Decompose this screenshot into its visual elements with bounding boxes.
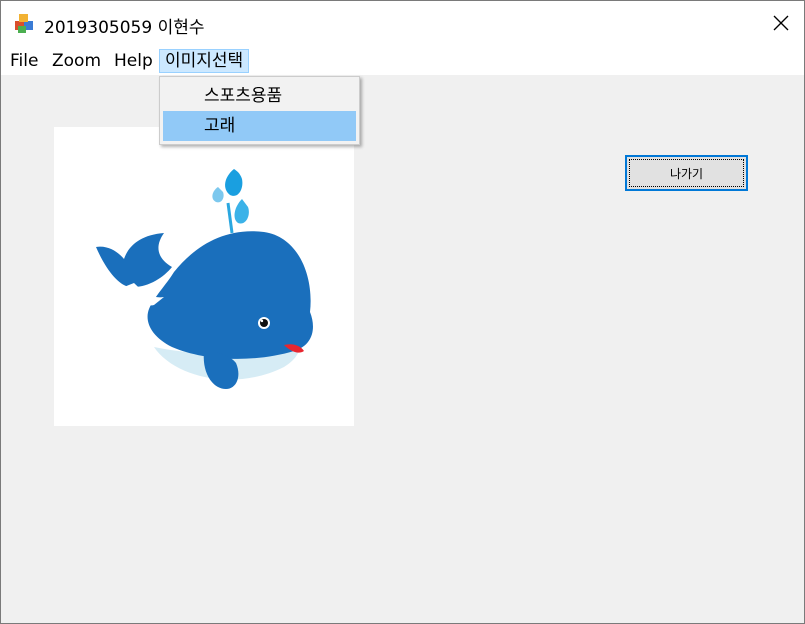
close-icon (773, 15, 789, 31)
exit-button[interactable]: 나가기 (625, 155, 748, 191)
menu-file[interactable]: File (5, 49, 43, 73)
window-title: 2019305059 이현수 (44, 18, 205, 38)
close-button[interactable] (758, 1, 804, 45)
app-window: 2019305059 이현수 File Zoom Help 이미지선택 나가기 … (0, 0, 805, 624)
dropdown-item-sports[interactable]: 스포츠용품 (163, 81, 356, 111)
menu-bar: File Zoom Help 이미지선택 (1, 45, 804, 75)
whale-illustration (96, 169, 313, 389)
whale-picture-box (54, 127, 354, 426)
menu-help[interactable]: Help (109, 49, 158, 73)
menu-image-select[interactable]: 이미지선택 (159, 49, 250, 73)
image-select-dropdown: 스포츠용품 고래 (159, 76, 360, 145)
form-app-icon (15, 14, 33, 33)
exit-button-label: 나가기 (669, 166, 704, 181)
dropdown-item-whale[interactable]: 고래 (163, 111, 356, 141)
menu-zoom[interactable]: Zoom (47, 49, 106, 73)
title-bar: 2019305059 이현수 (1, 1, 804, 45)
